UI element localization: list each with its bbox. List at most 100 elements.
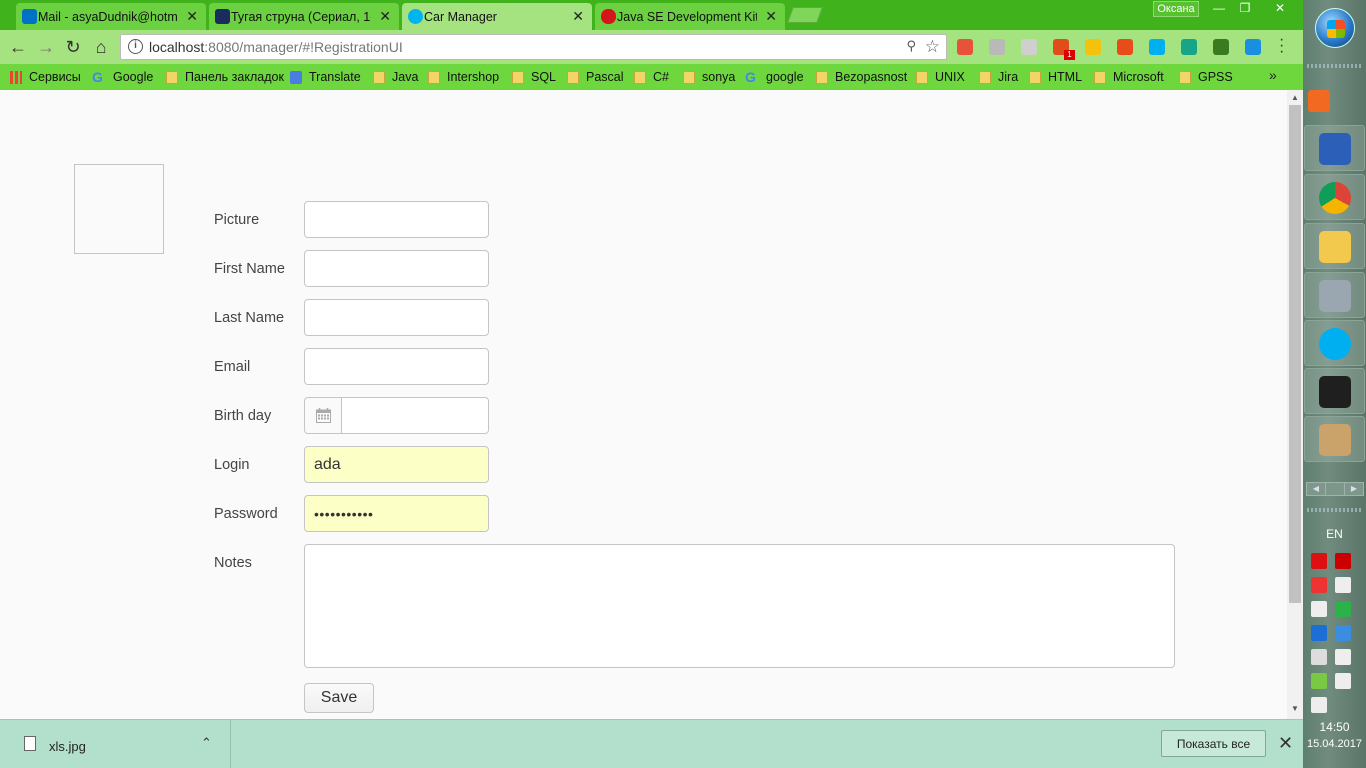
monitor-tray-icon[interactable] [1311, 649, 1327, 665]
notes-textarea[interactable] [304, 544, 1175, 668]
bookmark-item[interactable]: Microsoft [1094, 68, 1164, 86]
new-tab-button[interactable] [787, 7, 823, 23]
extension-gray-icon[interactable] [1021, 39, 1037, 55]
first-name-label: First Name [214, 261, 285, 277]
bookmark-item[interactable]: Bezopasnost [816, 68, 907, 86]
clock-date[interactable]: 15.04.2017 [1303, 738, 1366, 750]
calendar-button[interactable] [305, 398, 342, 433]
save-button[interactable]: Save [304, 683, 374, 713]
bookmark-item[interactable]: Панель закладок [166, 68, 284, 86]
usb-tray-icon[interactable] [1335, 577, 1351, 593]
restore-button[interactable]: ❐ [1232, 0, 1258, 17]
address-bar[interactable]: i localhost:8080/manager/#!RegistrationU… [120, 34, 947, 60]
email-input[interactable] [304, 348, 489, 385]
login-input[interactable] [304, 446, 489, 483]
battery-tray-icon[interactable] [1311, 697, 1327, 713]
close-shelf-icon[interactable]: ✕ [1278, 733, 1293, 754]
cloud-extension-icon[interactable] [1245, 39, 1261, 55]
minimize-button[interactable]: — [1206, 0, 1232, 17]
download-item[interactable]: xls.jpg ⌃ [0, 720, 231, 768]
bookmark-star-icon[interactable]: ☆ [925, 37, 940, 57]
signal-tray-icon[interactable] [1335, 649, 1351, 665]
tab-java-se[interactable]: Java SE Development Kit ✕ [595, 3, 785, 30]
page-scrollbar[interactable]: ▲ ▼ [1287, 90, 1303, 719]
volume-tray-icon[interactable] [1311, 601, 1327, 617]
scrollbar-thumb[interactable] [1289, 105, 1301, 603]
tab-car-manager[interactable]: Car Manager ✕ [402, 3, 592, 30]
skype-app[interactable] [1304, 320, 1365, 366]
taskbar-scroll-middle[interactable] [1325, 482, 1345, 496]
bookmark-item[interactable]: C# [634, 68, 669, 86]
intellij-app[interactable] [1304, 368, 1365, 414]
more-bookmarks-button[interactable]: » [1269, 67, 1277, 83]
pdf-tray-icon[interactable] [1335, 553, 1351, 569]
first-name-input[interactable] [304, 250, 489, 287]
reload-icon[interactable]: ↻ [63, 37, 83, 57]
close-tab-icon[interactable]: ✕ [379, 8, 391, 24]
home-icon[interactable]: ⌂ [91, 37, 111, 57]
eye-extension-icon[interactable] [1181, 39, 1197, 55]
key-icon[interactable]: ⚲ [906, 38, 916, 54]
extension-pinwheel-icon[interactable] [1085, 39, 1101, 55]
paint-app[interactable] [1304, 416, 1365, 462]
skype-extension-icon[interactable] [1149, 39, 1165, 55]
bookmark-item[interactable]: sonya [683, 68, 735, 86]
bookmark-item[interactable]: Intershop [428, 68, 499, 86]
bluetooth-tray-icon[interactable] [1311, 625, 1327, 641]
chrome-menu-icon[interactable]: · · · [1279, 32, 1291, 60]
bookmark-item[interactable]: Translate [290, 68, 361, 86]
explorer-app[interactable] [1304, 223, 1365, 269]
url-text: localhost:8080/manager/#!RegistrationUI [149, 39, 403, 55]
tab-mail[interactable]: Mail - asyaDudnik@hotm ✕ [16, 3, 206, 30]
bookmark-label: Microsoft [1113, 70, 1164, 84]
close-tab-icon[interactable]: ✕ [186, 8, 198, 24]
site-info-icon[interactable]: i [128, 39, 143, 54]
scroll-up-icon[interactable]: ▲ [1291, 93, 1299, 102]
birthday-date-field[interactable] [304, 397, 489, 434]
bookmark-item[interactable]: Jira [979, 68, 1018, 86]
bookmark-item[interactable]: G Google [92, 68, 153, 86]
quick-launch-media-player[interactable] [1304, 86, 1334, 116]
extension-s-icon[interactable] [989, 39, 1005, 55]
bookmark-item[interactable]: UNIX [916, 68, 965, 86]
bookmark-item[interactable]: GPSS [1179, 68, 1233, 86]
profile-button[interactable]: Оксана [1153, 1, 1199, 17]
extension-red-icon[interactable] [957, 39, 973, 55]
bookmark-item[interactable]: Ggoogle [745, 68, 804, 86]
scanner-app[interactable] [1304, 272, 1365, 318]
taskbar-scroll-left-icon[interactable]: ◀ [1306, 482, 1326, 496]
flag-red-tray-icon[interactable] [1311, 577, 1327, 593]
chrome-app[interactable] [1304, 174, 1365, 220]
office-icon[interactable] [1117, 39, 1133, 55]
leaf-tray-icon[interactable] [1311, 673, 1327, 689]
network-adapter-tray-icon[interactable] [1335, 625, 1351, 641]
pdf-extension-icon[interactable] [1213, 39, 1229, 55]
bookmark-item[interactable]: Pascal [567, 68, 624, 86]
language-indicator[interactable]: EN [1303, 527, 1366, 541]
forward-icon[interactable]: → [36, 37, 56, 57]
start-button[interactable] [1315, 8, 1355, 48]
picture-input[interactable] [304, 201, 489, 238]
chevron-up-icon[interactable]: ⌃ [201, 735, 212, 751]
antivirus-tray-icon[interactable] [1311, 553, 1327, 569]
scroll-down-icon[interactable]: ▼ [1291, 704, 1299, 713]
bookmark-item[interactable]: SQL [512, 68, 556, 86]
bookmark-item[interactable]: Java [373, 68, 418, 86]
last-name-input[interactable] [304, 299, 489, 336]
shield-check-tray-icon[interactable] [1335, 601, 1351, 617]
close-tab-icon[interactable]: ✕ [572, 8, 584, 24]
tab-serial[interactable]: Тугая струна (Сериал, 1- ✕ [209, 3, 399, 30]
back-icon[interactable]: ← [8, 37, 28, 57]
close-tab-icon[interactable]: ✕ [765, 8, 777, 24]
taskbar-scroll-right-icon[interactable]: ▶ [1344, 482, 1364, 496]
clock-time[interactable]: 14:50 [1303, 720, 1366, 734]
close-window-button[interactable]: ✕ [1262, 0, 1298, 17]
password-input[interactable] [304, 495, 489, 532]
library-app[interactable] [1304, 125, 1365, 171]
birthday-input[interactable] [343, 398, 488, 433]
action-center-tray-icon[interactable] [1335, 673, 1351, 689]
avatar-image [74, 164, 164, 254]
bookmark-item[interactable]: HTML [1029, 68, 1082, 86]
bookmark-item[interactable]: Сервисы [10, 68, 81, 86]
show-all-downloads-button[interactable]: Показать все [1161, 730, 1266, 757]
